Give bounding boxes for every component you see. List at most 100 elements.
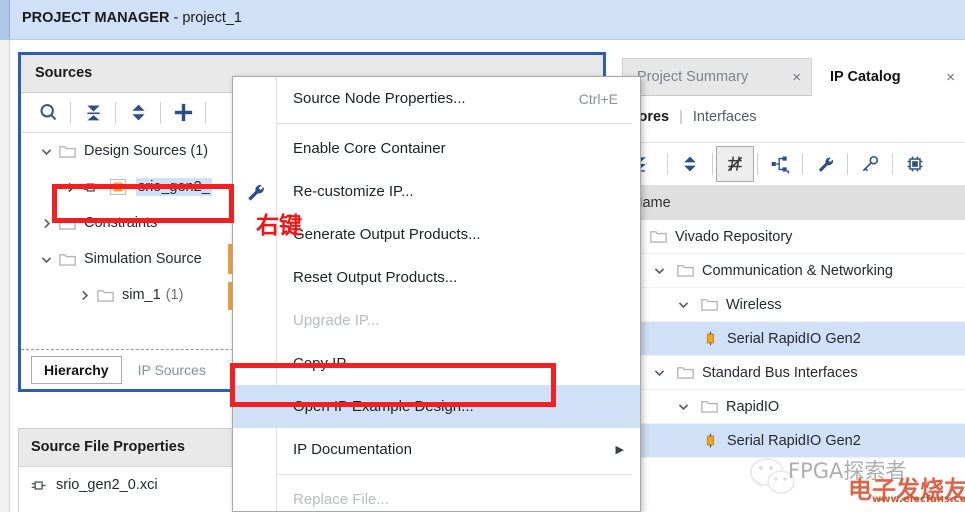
subtab-separator: |: [679, 109, 683, 125]
menu-item-ip-documentation[interactable]: IP Documentation ▶: [233, 428, 640, 471]
ip-catalog-panel: Project Summary × IP Catalog × Cores | I…: [622, 58, 965, 512]
ip-core-icon: [700, 431, 720, 451]
menu-item-copy-ip[interactable]: Copy IP...: [233, 342, 640, 385]
chevron-down-icon[interactable]: [35, 140, 57, 162]
sources-panel-title: Sources: [35, 65, 93, 81]
ip-status-icon: [108, 177, 128, 197]
menu-separator: [277, 123, 632, 124]
right-click-annotation: 右键: [256, 213, 302, 239]
close-icon[interactable]: ×: [946, 69, 955, 86]
tree-item-label: Simulation Source: [84, 251, 202, 267]
ip-settings-icon[interactable]: [716, 146, 754, 182]
menu-item-label: IP Documentation: [293, 441, 412, 458]
menu-item-shortcut: Ctrl+E: [578, 90, 618, 107]
tree-item-label: sim_1: [122, 287, 161, 303]
ip-core-icon: [29, 475, 49, 495]
tab-ip-catalog-label: IP Catalog: [830, 69, 901, 85]
tree-item-count: (1): [165, 287, 184, 303]
close-icon[interactable]: ×: [792, 69, 801, 86]
folder-icon: [95, 285, 115, 305]
source-file-properties-header: Source File Properties: [19, 429, 239, 467]
tab-ip-catalog[interactable]: IP Catalog ×: [820, 58, 965, 96]
menu-item-label: Source Node Properties...: [293, 90, 466, 107]
chevron-right-icon[interactable]: [35, 212, 57, 234]
tab-project-summary-label: Project Summary: [637, 69, 749, 85]
expand-collapse-icon[interactable]: [119, 96, 157, 130]
toolbar-separator: [757, 153, 758, 175]
folder-icon: [57, 249, 77, 269]
chevron-down-icon[interactable]: [672, 294, 694, 316]
table-row[interactable]: Serial RapidIO Gen2: [622, 322, 965, 356]
folder-icon: [675, 363, 695, 383]
context-menu[interactable]: Source Node Properties... Ctrl+E Enable …: [232, 76, 641, 512]
tab-ip-sources[interactable]: IP Sources: [126, 357, 218, 383]
menu-item-label: Copy IP...: [293, 355, 357, 372]
menu-item-enable-core-container[interactable]: Enable Core Container: [233, 127, 640, 170]
toolbar-separator: [712, 153, 713, 175]
table-row[interactable]: Communication & Networking: [622, 254, 965, 288]
ip-catalog-column-header: Name: [622, 186, 965, 220]
chip-icon[interactable]: [896, 146, 934, 182]
project-manager-banner: PROJECT MANAGER - project_1: [0, 0, 965, 40]
menu-item-reset-output-products[interactable]: Reset Output Products...: [233, 256, 640, 299]
source-file-properties-panel: Source File Properties srio_gen2_0.xci: [18, 428, 240, 512]
table-row[interactable]: Standard Bus Interfaces: [622, 356, 965, 390]
add-sources-icon[interactable]: [164, 96, 202, 130]
collapse-all-icon[interactable]: [74, 96, 112, 130]
folder-icon: [675, 261, 695, 281]
tree-item-label: Wireless: [726, 296, 782, 313]
tree-item-label: RapidIO: [726, 398, 780, 415]
menu-item-label: Re-customize IP...: [293, 183, 414, 200]
tab-hierarchy[interactable]: Hierarchy: [31, 355, 122, 384]
app-window: PROJECT MANAGER - project_1 Sources Desi…: [0, 0, 965, 512]
chevron-down-icon[interactable]: [648, 362, 670, 384]
toolbar-separator: [205, 101, 206, 124]
tree-item-label: Communication & Networking: [702, 262, 893, 279]
key-icon[interactable]: [851, 146, 889, 182]
ip-core-icon: [81, 177, 101, 197]
toolbar-separator: [802, 153, 803, 175]
tree-item-label: Serial RapidIO Gen2: [727, 330, 861, 347]
menu-item-label: Replace File...: [293, 491, 389, 508]
search-icon[interactable]: [29, 96, 67, 130]
menu-item-open-ip-example-design[interactable]: Open IP Example Design...: [233, 385, 640, 428]
chevron-right-icon: ▶: [615, 444, 624, 456]
wrench-icon[interactable]: [806, 146, 844, 182]
chevron-right-icon[interactable]: [73, 284, 95, 306]
folder-icon: [699, 397, 719, 417]
chevron-down-icon[interactable]: [35, 248, 57, 270]
watermark-line3: www.elecfans.com: [872, 494, 965, 505]
page-title: PROJECT MANAGER - project_1: [22, 10, 242, 26]
ip-catalog-toolbar: [622, 142, 965, 186]
banner-accent-strip: [0, 0, 10, 40]
chevron-down-icon[interactable]: [672, 396, 694, 418]
tree-item-label: Standard Bus Interfaces: [702, 364, 858, 381]
table-row[interactable]: Vivado Repository: [622, 220, 965, 254]
source-file-properties-file[interactable]: srio_gen2_0.xci: [29, 475, 158, 495]
hierarchy-icon[interactable]: [761, 146, 799, 182]
table-row[interactable]: Wireless: [622, 288, 965, 322]
menu-item-replace-file: Replace File...: [233, 478, 640, 512]
page-title-bold: PROJECT MANAGER: [22, 10, 170, 26]
expand-collapse-icon[interactable]: [671, 146, 709, 182]
source-file-name: srio_gen2_0.xci: [56, 477, 158, 493]
tree-item-label: Design Sources (1): [84, 143, 209, 159]
subtab-interfaces[interactable]: Interfaces: [693, 109, 757, 125]
chevron-right-icon[interactable]: [59, 176, 81, 198]
chevron-down-icon[interactable]: [648, 260, 670, 282]
toolbar-separator: [70, 101, 71, 124]
tree-item-label: srio_gen2_: [136, 178, 212, 196]
toolbar-separator: [667, 153, 668, 175]
tab-project-summary[interactable]: Project Summary ×: [622, 58, 812, 96]
left-edge-strip: [0, 40, 10, 512]
tree-item-label: Vivado Repository: [675, 228, 793, 245]
menu-item-source-node-properties[interactable]: Source Node Properties... Ctrl+E: [233, 77, 640, 120]
toolbar-separator: [847, 153, 848, 175]
editor-tabbar: Project Summary × IP Catalog ×: [622, 58, 965, 96]
menu-item-label: Open IP Example Design...: [293, 398, 474, 415]
table-row[interactable]: RapidIO: [622, 390, 965, 424]
folder-icon: [57, 213, 77, 233]
folder-icon: [699, 295, 719, 315]
ip-core-icon: [700, 329, 720, 349]
menu-item-label: Generate Output Products...: [293, 226, 481, 243]
